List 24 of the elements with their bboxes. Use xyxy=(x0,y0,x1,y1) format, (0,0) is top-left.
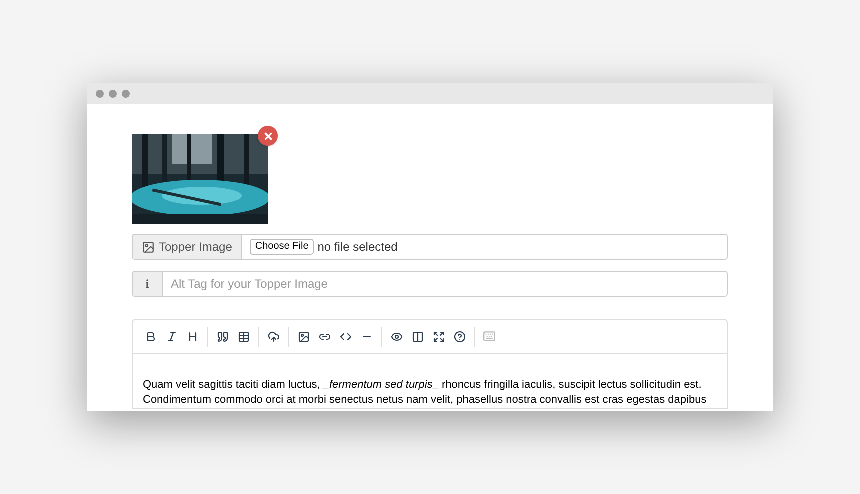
keyboard-icon xyxy=(483,330,496,343)
choose-file-button[interactable]: Choose File xyxy=(250,239,314,255)
text-input[interactable]: Alt Tag for your Topper Image xyxy=(163,272,727,296)
close-icon xyxy=(262,130,274,142)
file-status: no file selected xyxy=(318,239,398,256)
quote-icon xyxy=(216,330,228,342)
image-icon xyxy=(298,330,310,342)
cloud-upload-icon xyxy=(268,330,280,342)
eye-icon xyxy=(390,330,402,342)
remove-button[interactable] xyxy=(258,126,278,146)
field-label: Topper Image xyxy=(159,239,232,256)
fullscreen-icon xyxy=(432,330,444,342)
help-icon xyxy=(454,330,466,342)
code-icon xyxy=(340,330,352,342)
heading-icon xyxy=(186,330,198,342)
editor-paragraph: Quam velit sagittis taciti diam luctus, _fermentum sed turpis_ rhoncus fringilla iaculis, suscipit lectus sollicitudin est. xyxy=(143,378,703,393)
table-icon xyxy=(238,330,250,342)
info-icon: i xyxy=(146,275,150,293)
editor-paragraph: Condimentum commodo orci at morbi senectus netus nam velit, phasellus nostra convallis est cras egestas dapibus xyxy=(143,393,708,408)
image-icon xyxy=(142,240,155,254)
alt-tag-field[interactable]: i Alt Tag for your Topper Image xyxy=(132,271,728,297)
italic-icon xyxy=(166,330,178,342)
bold-icon xyxy=(144,330,156,342)
columns-icon xyxy=(412,330,424,342)
